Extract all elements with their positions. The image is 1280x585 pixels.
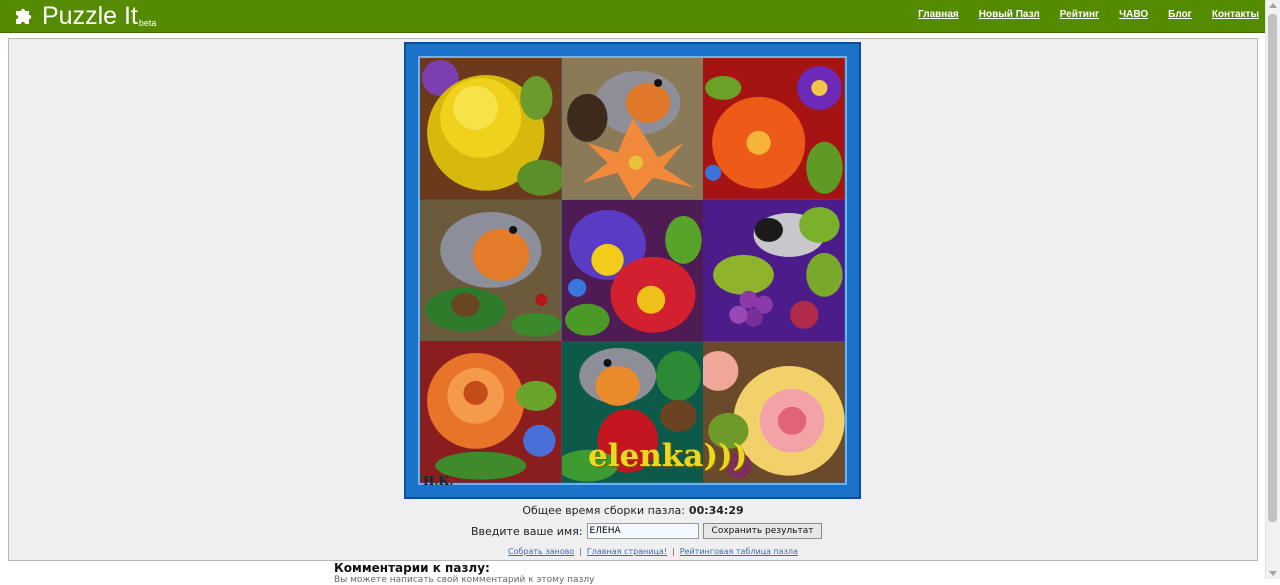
main-nav: Главная Новый Пазл Рейтинг ЧАВО Блог Кон…: [898, 9, 1259, 20]
total-time-line: Общее время сборки пазла: 00:34:29: [0, 504, 1266, 517]
nav-rating[interactable]: Рейтинг: [1060, 9, 1099, 20]
total-time-label: Общее время сборки пазла:: [522, 504, 685, 517]
puzzle-grid: elenka))) Н.К.: [418, 56, 847, 488]
puzzle-author-signature: elenka))): [588, 438, 748, 474]
link-separator: |: [579, 547, 582, 556]
page-scrollbar[interactable]: [1265, 0, 1280, 579]
logo-beta-badge: beta: [138, 18, 157, 28]
puzzle-actions-links: Собрать заново | Главная страница! | Рей…: [508, 547, 798, 556]
puzzle-tile-orange-rose: [420, 341, 562, 483]
comments-heading: Комментарии к пазлу:: [334, 561, 490, 575]
puzzle-tile-yellow-rose: [420, 58, 562, 200]
logo-title: Puzzle It: [42, 2, 138, 30]
artist-initials: Н.К.: [423, 474, 454, 488]
nav-blog[interactable]: Блог: [1168, 9, 1192, 20]
nav-faq[interactable]: ЧАВО: [1119, 9, 1148, 20]
save-result-button[interactable]: Сохранить результат: [702, 523, 823, 539]
puzzle-tile-chickadee-grapes: [703, 199, 845, 342]
scrollbar-thumb[interactable]: [1268, 14, 1277, 522]
puzzle-rating-table-link[interactable]: Рейтинговая таблица пазла: [680, 547, 798, 556]
name-input[interactable]: [586, 523, 699, 539]
scroll-up-arrow-icon[interactable]: [1269, 3, 1277, 8]
total-time-value: 00:34:29: [688, 504, 744, 517]
name-entry-row: Введите ваше имя: Сохранить результат: [471, 523, 823, 539]
nav-new-puzzle[interactable]: Новый Пазл: [979, 9, 1040, 20]
puzzle-tile-robin-holly: [420, 199, 562, 342]
link-separator: |: [672, 547, 675, 556]
top-navigation-bar: Puzzle It beta Главная Новый Пазл Рейтин…: [0, 0, 1266, 33]
home-page-link[interactable]: Главная страница!: [587, 547, 667, 556]
puzzle-tile-pansies: [561, 199, 704, 342]
completed-puzzle-image: elenka))) Н.К.: [404, 42, 861, 499]
puzzle-piece-icon: [16, 8, 32, 24]
restart-puzzle-link[interactable]: Собрать заново: [508, 547, 574, 556]
nav-contacts[interactable]: Контакты: [1212, 9, 1259, 20]
name-label: Введите ваше имя:: [471, 524, 583, 538]
site-logo[interactable]: Puzzle It beta: [13, 2, 156, 30]
scroll-down-arrow-icon[interactable]: [1269, 571, 1277, 576]
puzzle-tile-red-flowers: [703, 58, 845, 200]
puzzle-tile-robin-poinsettia: [561, 58, 704, 200]
nav-home[interactable]: Главная: [918, 9, 959, 20]
comments-subtitle: Вы можете написать свой комментарий к эт…: [334, 575, 595, 585]
